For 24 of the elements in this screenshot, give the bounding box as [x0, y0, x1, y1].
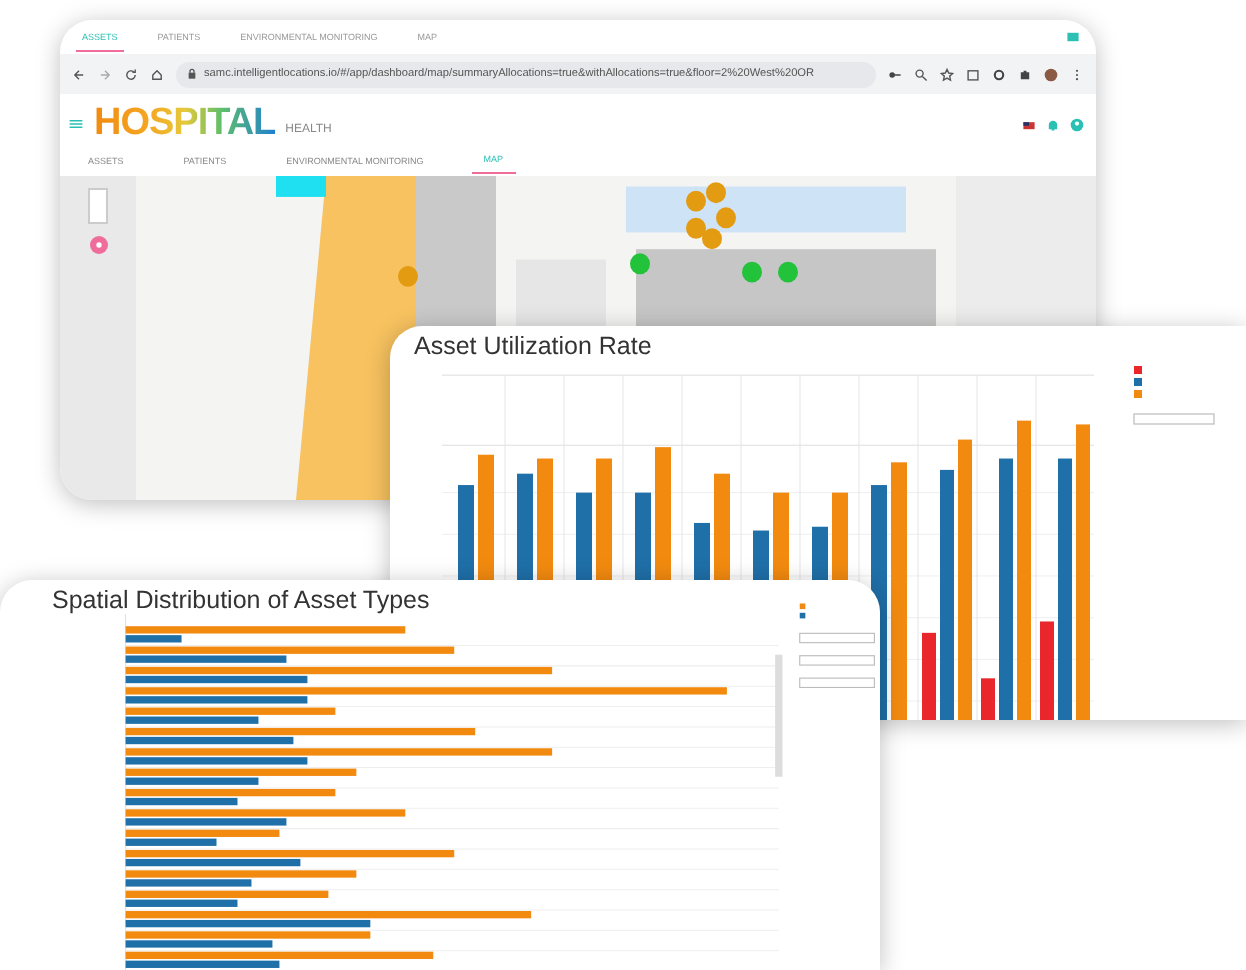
chart-title: Asset Utilization Rate — [414, 332, 654, 360]
zoom-icon[interactable] — [914, 67, 928, 81]
chart-title: Spatial Distribution of Asset Types — [52, 586, 432, 614]
legend-swatch — [1134, 366, 1142, 374]
star-icon[interactable] — [940, 67, 954, 81]
extension-icon[interactable] — [1018, 67, 1032, 81]
filter-field[interactable] — [1133, 413, 1215, 425]
flag-icon[interactable] — [1022, 117, 1036, 131]
legend-swatch — [1134, 378, 1142, 386]
reload-icon[interactable] — [124, 67, 138, 81]
home-icon[interactable] — [150, 67, 164, 81]
filter-field[interactable] — [799, 655, 875, 666]
back-icon[interactable] — [72, 67, 86, 81]
scrollbar[interactable] — [775, 654, 783, 777]
bar — [922, 632, 936, 720]
more-icon[interactable] — [1070, 67, 1084, 81]
pin-icon[interactable] — [89, 236, 107, 254]
legend-swatch — [1134, 390, 1142, 398]
bar — [1040, 621, 1054, 720]
key-icon[interactable] — [888, 67, 902, 81]
filter-field[interactable] — [799, 632, 875, 644]
bar — [981, 678, 995, 720]
filter-field[interactable] — [799, 677, 875, 689]
avatar-icon[interactable] — [1044, 67, 1058, 81]
